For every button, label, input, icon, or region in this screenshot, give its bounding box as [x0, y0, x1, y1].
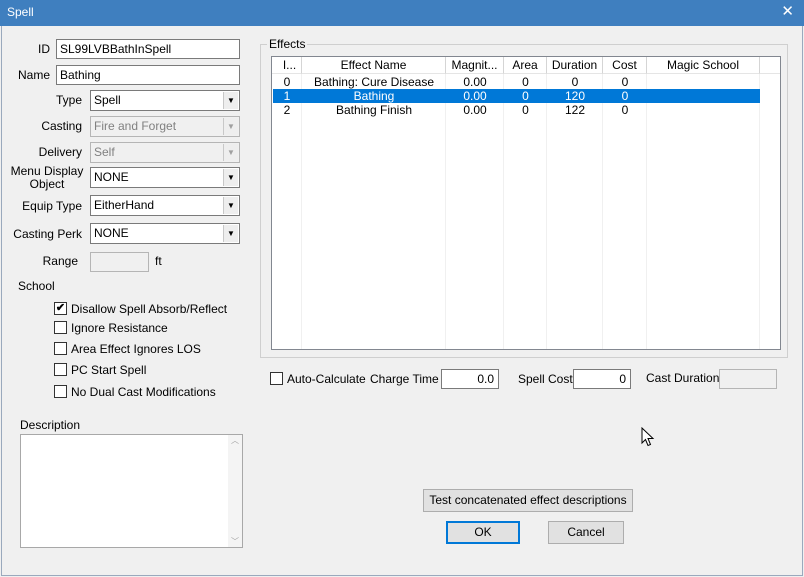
pc-start-spell-label: PC Start Spell: [71, 363, 147, 377]
disallow-absorb-label: Disallow Spell Absorb/Reflect: [71, 302, 228, 316]
ignore-resistance-checkbox[interactable]: [54, 321, 67, 334]
area-effect-los-checkbox[interactable]: [54, 342, 67, 355]
scroll-down-icon[interactable]: ﹀: [228, 536, 242, 547]
effects-list[interactable]: I... Effect Name Magnit... Area Duration…: [271, 56, 781, 350]
range-label: Range: [42, 254, 78, 268]
type-label: Type: [55, 93, 82, 107]
effect-area: 0: [522, 103, 529, 117]
col-area[interactable]: Area: [504, 57, 547, 74]
effect-index: 1: [283, 89, 291, 103]
effect-area: 0: [522, 75, 529, 89]
casting-value: Fire and Forget: [94, 119, 177, 133]
effect-duration: 120: [564, 89, 586, 103]
effect-name: Bathing: [353, 89, 395, 103]
effect-school: [647, 89, 760, 103]
effect-index: 0: [283, 75, 291, 89]
effect-school: [647, 75, 760, 89]
effect-school: [647, 103, 760, 117]
chevron-down-icon[interactable]: ▼: [223, 197, 238, 214]
range-unit: ft: [155, 254, 162, 268]
spell-cost-label: Spell Cost: [518, 372, 573, 386]
menu-display-dropdown[interactable]: NONE ▼: [90, 167, 240, 188]
title-bar: Spell ✕: [0, 0, 804, 26]
effect-row[interactable]: 2 Bathing Finish 0.00 0 122 0: [273, 103, 760, 117]
area-effect-los-label: Area Effect Ignores LOS: [71, 342, 201, 356]
effect-cost: 0: [621, 89, 629, 103]
casting-perk-label: Casting Perk: [13, 227, 82, 241]
spell-cost-field[interactable]: 0: [573, 369, 631, 389]
close-icon[interactable]: ✕: [781, 3, 794, 21]
description-label: Description: [20, 418, 81, 432]
delivery-dropdown: Self ▼: [90, 142, 240, 163]
effect-magnitude: 0.00: [463, 103, 487, 117]
col-index[interactable]: I...: [272, 57, 302, 74]
chevron-down-icon[interactable]: ▼: [223, 92, 238, 109]
col-duration[interactable]: Duration: [547, 57, 603, 74]
window-title: Spell: [7, 5, 34, 19]
effect-name: Bathing: Cure Disease: [313, 75, 435, 89]
name-label: Name: [17, 68, 50, 82]
chevron-down-icon: ▼: [223, 144, 238, 161]
effect-magnitude: 0.00: [463, 89, 487, 103]
effect-row[interactable]: 0 Bathing: Cure Disease 0.00 0 0 0: [273, 75, 760, 89]
no-dual-cast-label: No Dual Cast Modifications: [71, 385, 216, 399]
effects-label: Effects: [267, 37, 308, 51]
id-field[interactable]: SL99LVBBathInSpell: [56, 39, 240, 59]
menu-display-label-line2: Object: [29, 177, 65, 191]
chevron-down-icon[interactable]: ▼: [223, 225, 238, 242]
description-scrollbar[interactable]: ︿ ﹀: [228, 435, 242, 547]
charge-time-field[interactable]: 0.0: [441, 369, 499, 389]
type-value: Spell: [94, 93, 121, 107]
scroll-up-icon[interactable]: ︿: [228, 435, 242, 446]
effect-duration: 122: [564, 103, 586, 117]
col-magic-school[interactable]: Magic School: [647, 57, 760, 74]
casting-perk-value: NONE: [94, 226, 129, 240]
equip-type-label: Equip Type: [22, 199, 82, 213]
chevron-down-icon[interactable]: ▼: [223, 169, 238, 186]
dialog-body: ID SL99LVBBathInSpell Name Bathing Type …: [1, 26, 803, 576]
casting-label: Casting: [41, 119, 82, 133]
effect-row-selected[interactable]: 1 Bathing 0.00 0 120 0: [273, 89, 760, 103]
effect-cost: 0: [621, 75, 629, 89]
cast-duration-field: [719, 369, 777, 389]
school-label: School: [18, 279, 55, 293]
range-field: [90, 252, 149, 272]
menu-display-value: NONE: [94, 170, 129, 184]
delivery-label: Delivery: [38, 145, 82, 159]
cast-duration-label: Cast Duration: [646, 371, 720, 385]
effect-area: 0: [522, 89, 529, 103]
col-magnitude[interactable]: Magnit...: [446, 57, 504, 74]
casting-dropdown: Fire and Forget ▼: [90, 116, 240, 137]
id-label: ID: [38, 42, 50, 56]
casting-perk-dropdown[interactable]: NONE ▼: [90, 223, 240, 244]
name-field[interactable]: Bathing: [56, 65, 240, 85]
chevron-down-icon: ▼: [223, 118, 238, 135]
auto-calculate-checkbox[interactable]: [270, 372, 283, 385]
auto-calculate-label: Auto-Calculate: [287, 372, 366, 386]
ignore-resistance-label: Ignore Resistance: [71, 321, 168, 335]
col-effect-name[interactable]: Effect Name: [302, 57, 446, 74]
col-filler: [760, 57, 780, 74]
disallow-absorb-checkbox[interactable]: ✔: [54, 302, 67, 315]
cancel-button[interactable]: Cancel: [548, 521, 624, 544]
description-textarea[interactable]: ︿ ﹀: [20, 434, 243, 548]
effect-name: Bathing Finish: [335, 103, 413, 117]
effect-index: 2: [283, 103, 291, 117]
ok-button[interactable]: OK: [446, 521, 520, 544]
test-descriptions-button[interactable]: Test concatenated effect descriptions: [423, 489, 633, 512]
col-cost[interactable]: Cost: [603, 57, 647, 74]
delivery-value: Self: [94, 145, 115, 159]
pc-start-spell-checkbox[interactable]: [54, 363, 67, 376]
type-dropdown[interactable]: Spell ▼: [90, 90, 240, 111]
equip-type-value: EitherHand: [94, 198, 155, 212]
no-dual-cast-checkbox[interactable]: [54, 385, 67, 398]
effect-duration: 0: [571, 75, 579, 89]
equip-type-dropdown[interactable]: EitherHand ▼: [90, 195, 240, 216]
effect-magnitude: 0.00: [463, 75, 487, 89]
effect-cost: 0: [621, 103, 629, 117]
mouse-cursor-icon: [641, 427, 655, 447]
menu-display-label-line1: Menu Display: [10, 164, 84, 178]
charge-time-label: Charge Time: [370, 372, 439, 386]
